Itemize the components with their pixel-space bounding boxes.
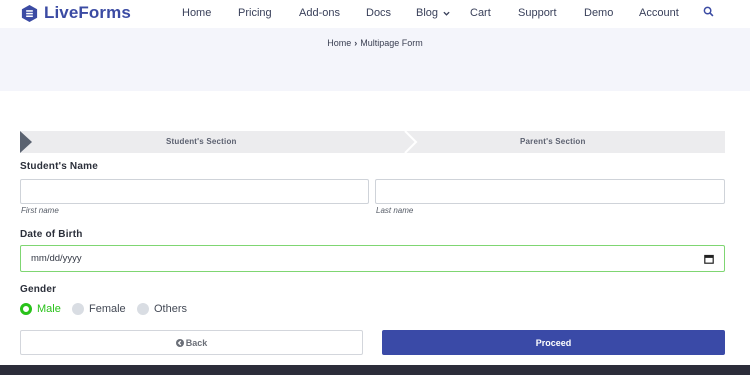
steps-track [20,131,725,153]
search-icon[interactable] [703,6,714,17]
proceed-button[interactable]: Proceed [382,330,725,355]
gender-option-male[interactable]: Male [20,302,61,316]
step-students-section: Student's Section [166,137,237,146]
main-nav: Home Pricing Add-ons Docs Blog Cart Supp… [0,7,750,21]
calendar-icon[interactable] [704,254,714,264]
nav-docs[interactable]: Docs [366,7,391,19]
breadcrumb-home[interactable]: Home [327,38,351,48]
first-name-input[interactable] [20,179,369,204]
last-name-hint: Last name [376,206,414,215]
nav-account[interactable]: Account [639,7,679,19]
nav-pricing[interactable]: Pricing [238,7,272,19]
nav-blog-label: Blog [416,7,439,19]
dob-label: Date of Birth [20,229,83,240]
radio-male[interactable] [20,303,32,315]
form-steps: Student's Section Parent's Section [20,131,725,153]
nav-add-ons[interactable]: Add-ons [299,7,340,19]
gender-option-female[interactable]: Female [72,302,126,316]
back-button-label: Back [185,337,208,348]
chevron-down-icon [443,11,450,16]
radio-female[interactable] [72,303,84,315]
footer-bar [0,365,750,375]
nav-home[interactable]: Home [182,7,211,19]
active-step-marker [20,131,32,153]
dob-input[interactable]: mm/dd/yyyy [20,245,725,272]
back-button[interactable]: Back [20,330,363,355]
radio-others-label: Others [154,303,188,315]
nav-cart[interactable]: Cart [470,7,491,19]
nav-blog[interactable]: Blog [416,7,450,19]
proceed-button-label: Proceed [535,337,572,348]
radio-others[interactable] [137,303,149,315]
breadcrumb: Home › Multipage Form [0,38,750,48]
gender-option-others[interactable]: Others [137,302,187,316]
student-name-label: Student's Name [20,161,98,172]
nav-support[interactable]: Support [518,7,557,19]
radio-female-label: Female [89,303,126,315]
radio-male-label: Male [37,303,61,315]
dob-placeholder: mm/dd/yyyy [31,253,82,264]
site-header: LiveForms Home Pricing Add-ons Docs Blog… [0,0,750,28]
last-name-input[interactable] [375,179,725,204]
nav-demo[interactable]: Demo [584,7,613,19]
breadcrumb-separator: › [354,38,358,48]
breadcrumb-current: Multipage Form [360,38,423,48]
step-parents-section: Parent's Section [520,137,586,146]
gender-label: Gender [20,284,57,295]
first-name-hint: First name [21,206,59,215]
back-arrow-icon [175,338,184,347]
step-divider-chevron [404,131,418,153]
